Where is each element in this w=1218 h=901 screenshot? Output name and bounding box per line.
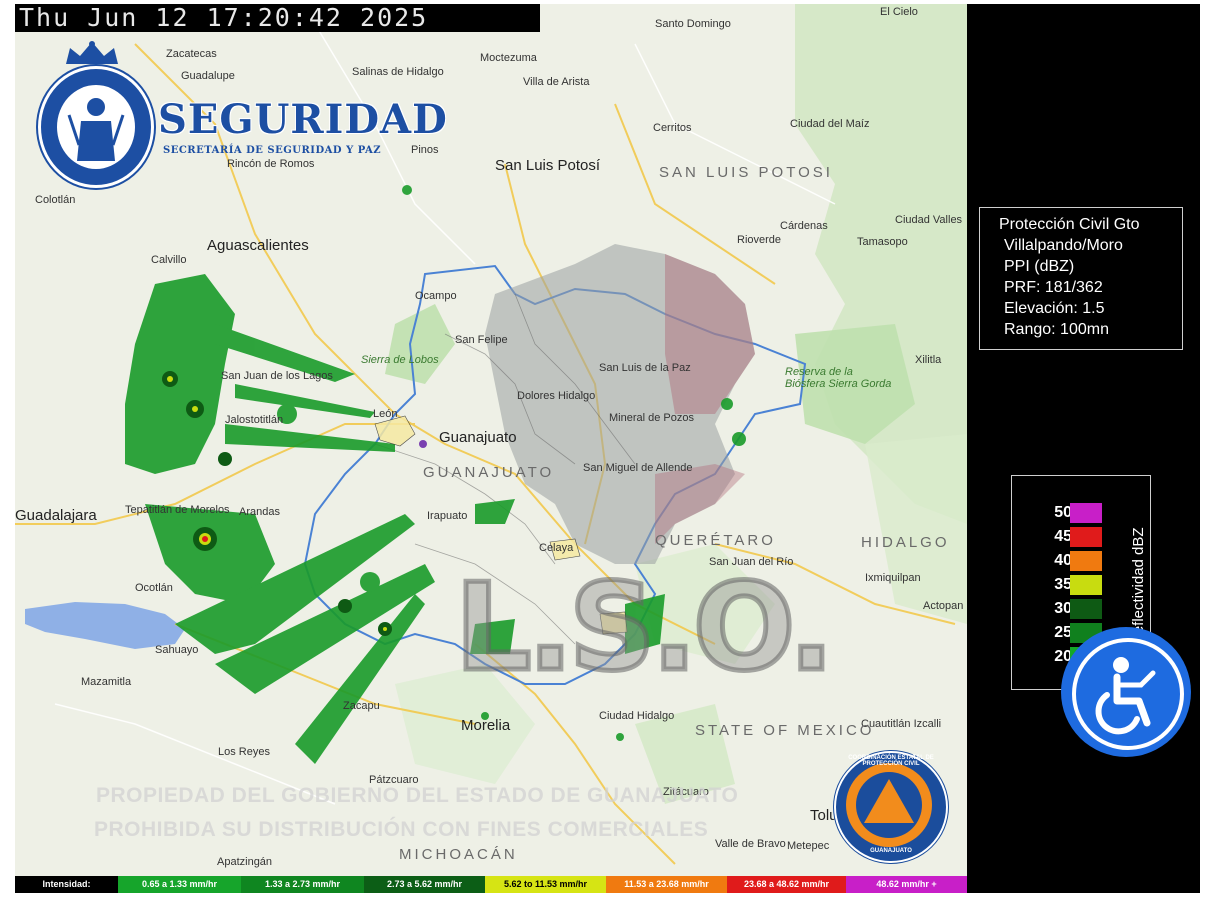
intensity-range: 11.53 a 23.68 mm/hr (606, 876, 727, 893)
city-label-guadalupe: Guadalupe (181, 70, 235, 82)
legend-value: 30 (1054, 600, 1072, 617)
city-label-guanajuato: Guanajuato (439, 429, 517, 446)
civil-triangle-icon (856, 772, 922, 838)
city-label-los-reyes: Los Reyes (218, 746, 270, 758)
city-label-colotlan: Colotlán (35, 194, 76, 206)
city-label-rincon-de-romos: Rincón de Romos (227, 158, 315, 170)
city-label-leon: León (373, 408, 398, 420)
intensity-bar: Intensidad: 0.65 a 1.33 mm/hr 1.33 a 2.7… (15, 876, 967, 893)
info-line-product: PPI (dBZ) (1004, 258, 1075, 275)
state-label-guanajuato: GUANAJUATO (423, 464, 555, 481)
info-line-agency: Protección Civil Gto (999, 216, 1140, 233)
city-label-rioverde: Rioverde (737, 234, 782, 246)
city-label-san-felipe: San Felipe (455, 334, 508, 346)
accessibility-button[interactable] (1061, 627, 1191, 757)
lso-watermark-stamp: L.S.O. (452, 559, 836, 698)
city-label-ocotlan: Ocotlán (135, 582, 173, 594)
city-label-cardenas: Cárdenas (780, 220, 828, 232)
legend-swatch (1070, 527, 1102, 547)
legend-value: 50 (1054, 504, 1072, 521)
city-label-tamasopo: Tamasopo (857, 236, 908, 248)
intensity-range: 48.62 mm/hr + (846, 876, 967, 893)
city-label-guadalajara: Guadalajara (15, 507, 97, 524)
state-label-san-luis-potosi: SAN LUIS POTOSI (659, 164, 833, 181)
city-label-mazamitla: Mazamitla (81, 676, 132, 688)
seal-text-top: COORDINACIÓN ESTATAL DE PROTECCIÓN CIVIL (848, 755, 934, 767)
legend-value: 35 (1054, 576, 1072, 593)
city-label-calvillo: Calvillo (151, 254, 187, 266)
intensity-range: 23.68 a 48.62 mm/hr (727, 876, 846, 893)
intensity-range: 5.62 to 11.53 mm/hr (485, 876, 606, 893)
legend-swatch (1070, 503, 1102, 523)
seal-text-bottom: GUANAJUATO (870, 848, 912, 854)
city-label-san-miguel: San Miguel de Allende (583, 462, 693, 474)
info-line-site: Villalpando/Moro (1004, 237, 1123, 254)
wheelchair-icon (1095, 657, 1156, 735)
city-label-celaya: Celaya (539, 542, 574, 554)
legend-value: 45 (1054, 528, 1072, 545)
state-label-queretaro: QUERÉTARO (655, 532, 776, 549)
city-label-ocampo: Ocampo (415, 290, 457, 302)
intensity-label: Intensidad: (15, 876, 118, 893)
legend-swatch (1070, 551, 1102, 571)
city-label-ciudad-hidalgo: Ciudad Hidalgo (599, 710, 675, 722)
city-label-apatzingan: Apatzingán (217, 856, 273, 868)
city-label-ciudad-del-maiz: Ciudad del Maíz (790, 118, 870, 130)
legend-value: 40 (1054, 552, 1072, 569)
goddess-icon (67, 98, 125, 161)
city-label-tepatitlan: Tepatitlán de Morelos (125, 504, 230, 516)
city-label-arandas: Arandas (239, 506, 280, 518)
city-label-xilitla: Xilitla (915, 354, 942, 366)
info-line-elevation: Elevación: 1.5 (1004, 300, 1105, 317)
info-line-prf: PRF: 181/362 (1004, 279, 1103, 296)
guanajuato-seal-logo (38, 66, 154, 188)
info-line-range: Rango: 100mn (1004, 321, 1109, 338)
city-label-actopan: Actopan (923, 600, 964, 612)
crown-icon (66, 41, 118, 64)
city-label-morelia: Morelia (461, 717, 511, 734)
city-label-san-luis-potosi: San Luis Potosí (495, 157, 601, 174)
city-label-el-cielo: El Cielo (880, 6, 918, 18)
city-label-san-luis-de-la-paz: San Luis de la Paz (599, 362, 691, 374)
watermark-line-2: PROHIBIDA SU DISTRIBUCIÓN CON FINES COME… (94, 818, 709, 841)
proteccion-civil-seal: COORDINACIÓN ESTATAL DE PROTECCIÓN CIVIL… (834, 751, 948, 863)
city-label-metepec: Metepec (787, 840, 830, 852)
city-label-san-juan-lagos: San Juan de los Lagos (221, 370, 333, 382)
city-label-ciudad-valles: Ciudad Valles (895, 214, 963, 226)
city-label-ixmiquilpan: Ixmiquilpan (865, 572, 921, 584)
seguridad-logo-title: SEGURIDAD (158, 96, 448, 143)
state-label-michoacan: MICHOACÁN (399, 846, 518, 863)
city-label-sahuayo: Sahuayo (155, 644, 199, 656)
park-label-sierra-de-lobos: Sierra de Lobos (361, 354, 439, 366)
legend-swatch (1070, 599, 1102, 619)
park-label-sierra-gorda: Reserva de la Biósfera Sierra Gorda (785, 366, 892, 390)
city-label-mineral-de-pozos: Mineral de Pozos (609, 412, 694, 424)
watermark-line-1: PROPIEDAD DEL GOBIERNO DEL ESTADO DE GUA… (96, 784, 739, 807)
city-label-moctezuma: Moctezuma (480, 52, 537, 64)
radar-timestamp: Thu Jun 12 17:20:42 2025 (15, 4, 540, 32)
city-label-irapuato: Irapuato (427, 510, 468, 522)
city-label-villa-de-arista: Villa de Arista (523, 76, 590, 88)
city-label-zacapu: Zacapu (343, 700, 380, 712)
city-label-aguascalientes: Aguascalientes (207, 237, 309, 254)
seguridad-logo-subtitle: SECRETARÍA DE SEGURIDAD Y PAZ (163, 145, 382, 156)
state-label-hidalgo: HIDALGO (861, 534, 950, 551)
legend-swatch (1070, 575, 1102, 595)
legend-title: Reflectividad dBZ (1130, 527, 1147, 645)
intensity-range: 0.65 a 1.33 mm/hr (118, 876, 241, 893)
city-label-valle-de-bravo: Valle de Bravo (715, 838, 786, 850)
city-label-santo-domingo: Santo Domingo (655, 18, 731, 30)
seal-inner (57, 85, 135, 169)
state-label-state-of-mexico: STATE OF MEXICO (695, 722, 875, 739)
city-label-cerritos: Cerritos (653, 122, 692, 134)
city-label-jalostotitlan: Jalostotitlán (225, 414, 284, 426)
intensity-range: 2.73 a 5.62 mm/hr (364, 876, 485, 893)
intensity-range: 1.33 a 2.73 mm/hr (241, 876, 364, 893)
radar-info-box: Protección Civil Gto Villalpando/Moro PP… (979, 207, 1183, 350)
city-label-pinos: Pinos (411, 144, 439, 156)
city-label-salinas: Salinas de Hidalgo (352, 66, 444, 78)
seal-ring (846, 763, 932, 847)
city-label-dolores-hidalgo: Dolores Hidalgo (517, 390, 596, 402)
city-label-zacatecas: Zacatecas (166, 48, 217, 60)
